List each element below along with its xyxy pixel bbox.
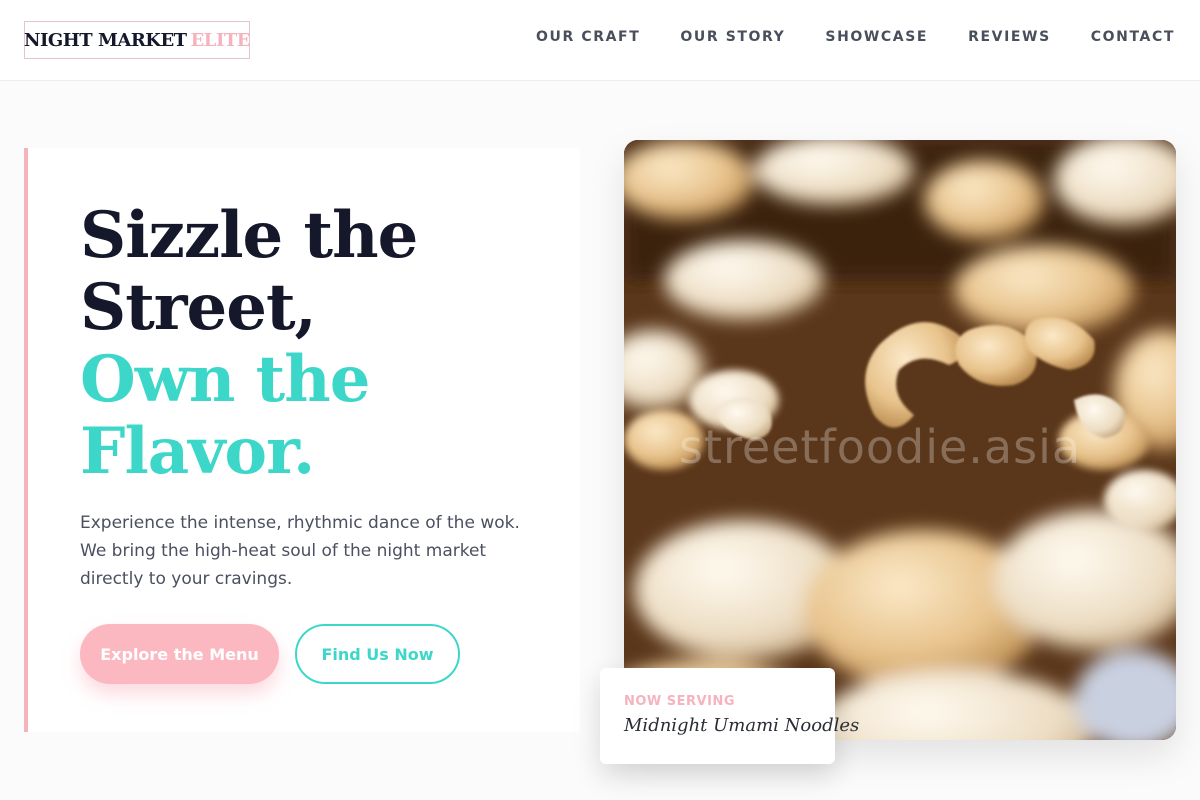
find-us-button[interactable]: Find Us Now [295,624,460,684]
main-nav: OUR CRAFT OUR STORY SHOWCASE REVIEWS CON… [536,29,1175,45]
nav-item-showcase[interactable]: SHOWCASE [825,29,928,45]
logo-accent-text: ELITE [190,29,251,51]
now-serving-item: Midnight Umami Noodles [624,715,860,736]
hero-headline: Sizzle the Street, Own the Flavor. [80,200,560,488]
photo-watermark: streetfoodie.asia [679,420,1082,474]
nav-item-reviews[interactable]: REVIEWS [968,29,1051,45]
logo[interactable]: NIGHT MARKET ELITE [24,21,250,59]
nav-item-our-craft[interactable]: OUR CRAFT [536,29,640,45]
site-header: NIGHT MARKET ELITE OUR CRAFT OUR STORY S… [0,0,1200,81]
cashew-nuts-photo: streetfoodie.asia [624,140,1176,740]
explore-menu-button[interactable]: Explore the Menu [80,624,279,684]
headline-line-2: Street, [80,270,317,345]
headline-line-3: Own the [80,342,370,417]
nav-item-contact[interactable]: CONTACT [1091,29,1175,45]
nav-item-our-story[interactable]: OUR STORY [680,29,785,45]
now-serving-label: NOW SERVING [624,694,735,709]
now-serving-card: NOW SERVING Midnight Umami Noodles [600,668,859,764]
headline-line-1: Sizzle the [80,198,418,273]
headline-line-4: Flavor. [80,414,315,489]
hero-card: Sizzle the Street, Own the Flavor. Exper… [24,148,580,732]
logo-main-text: NIGHT MARKET [24,29,187,51]
hero-subtext: Experience the intense, rhythmic dance o… [80,513,520,589]
